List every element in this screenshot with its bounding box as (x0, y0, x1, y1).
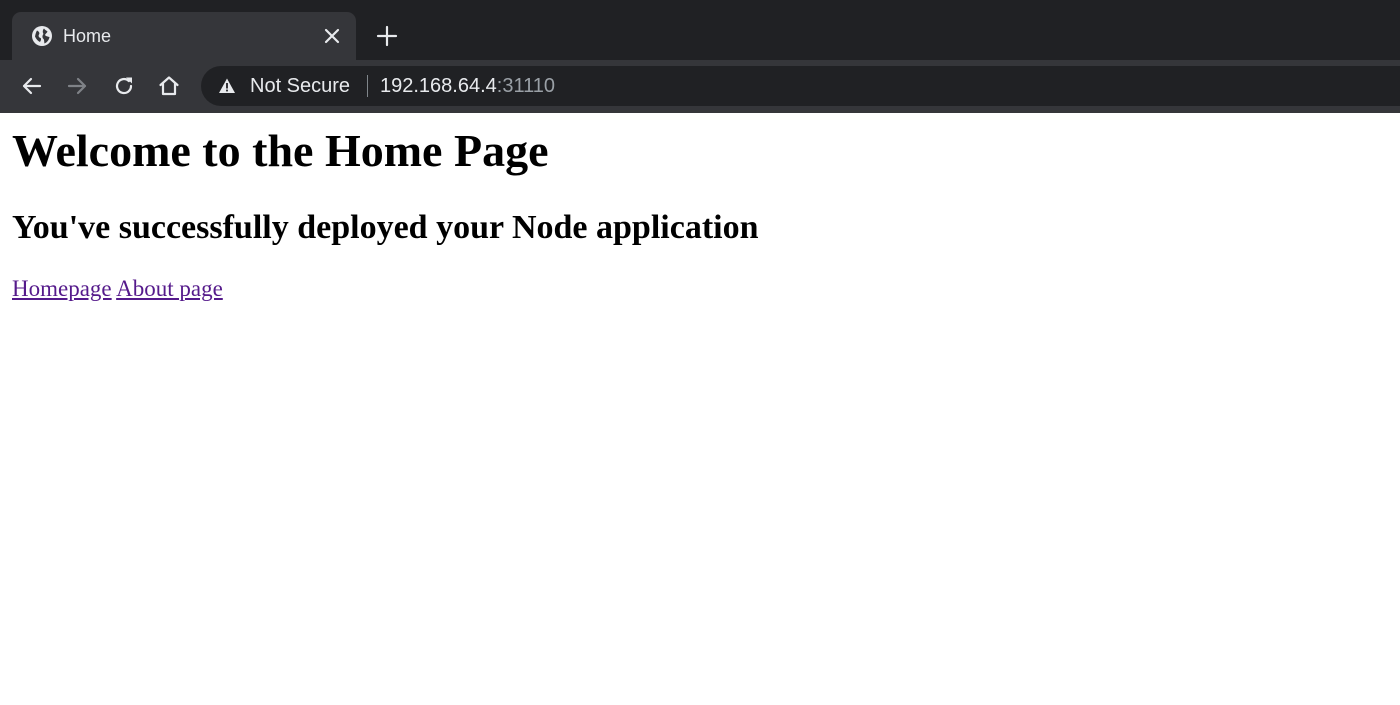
tab-strip: Home (0, 0, 1400, 60)
reload-icon[interactable] (112, 74, 136, 98)
url-host: 192.168.64.4 (380, 75, 497, 97)
tab-home[interactable]: Home (12, 12, 356, 60)
browser-window: Home Not Secure 192.168.64.4:31110 Welco… (0, 0, 1400, 705)
arrow-left-icon[interactable] (20, 74, 44, 98)
tab-title: Home (63, 26, 112, 46)
plus-icon[interactable] (375, 24, 399, 48)
about-page-link[interactable]: About page (116, 276, 223, 301)
arrow-right-icon[interactable] (65, 74, 89, 98)
page-title: Welcome to the Home Page (12, 125, 549, 176)
address-bar-divider (367, 75, 368, 97)
close-icon[interactable] (322, 26, 342, 46)
homepage-link[interactable]: Homepage (12, 276, 112, 301)
home-icon[interactable] (157, 74, 181, 98)
globe-icon (30, 24, 54, 48)
security-status-label[interactable]: Not Secure (250, 66, 350, 106)
url-text[interactable]: 192.168.64.4:31110 (380, 66, 555, 106)
page-content: Welcome to the Home Page You've successf… (0, 113, 1400, 705)
page-subtitle: You've successfully deployed your Node a… (12, 209, 759, 246)
nav-links: Homepage About page (12, 275, 223, 303)
address-bar[interactable]: Not Secure 192.168.64.4:31110 (201, 66, 1400, 106)
url-port: :31110 (496, 75, 555, 97)
toolbar: Not Secure 192.168.64.4:31110 (0, 60, 1400, 113)
warning-icon[interactable] (218, 77, 236, 95)
